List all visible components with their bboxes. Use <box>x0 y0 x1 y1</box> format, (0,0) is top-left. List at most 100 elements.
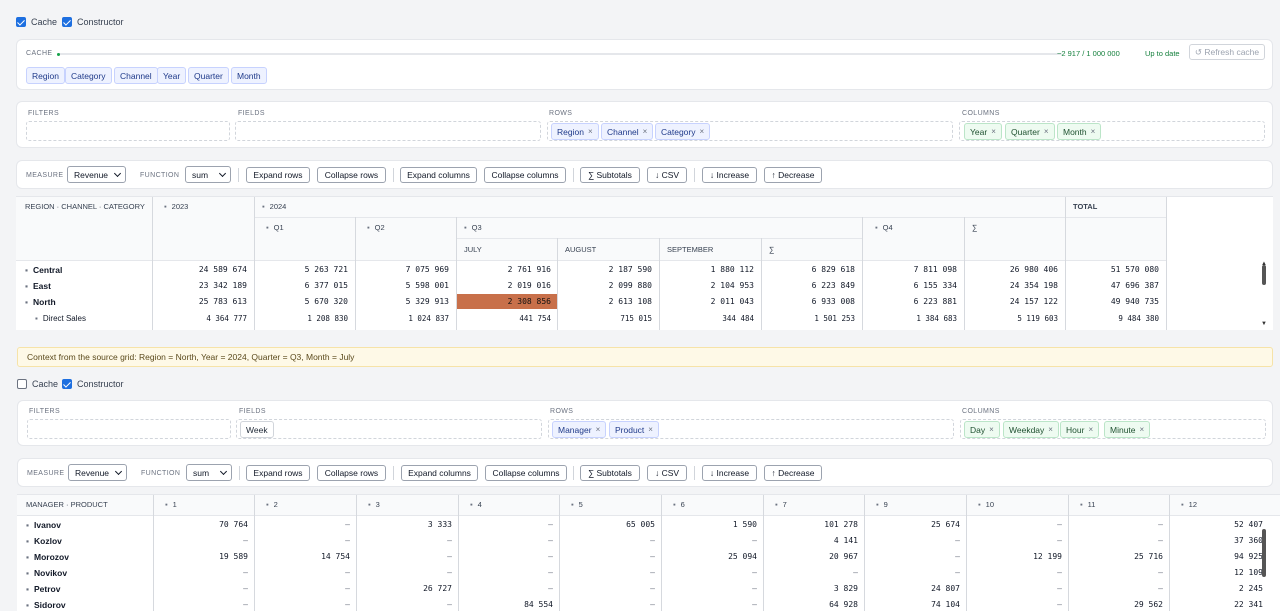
subtotals-button[interactable]: ∑ Subtotals <box>580 167 640 183</box>
constructor-checkbox[interactable]: Constructor <box>62 17 124 27</box>
column-chip-weekday[interactable]: Weekday × <box>1003 421 1059 438</box>
grid1-cell[interactable]: 6 223 881 <box>861 297 957 306</box>
grid1-cell[interactable]: 7 811 098 <box>861 265 957 274</box>
remove-icon[interactable]: × <box>991 127 996 136</box>
grid2-cell[interactable]: – <box>362 568 452 577</box>
grid2-cell[interactable]: 65 005 <box>565 520 655 529</box>
col-header-day-6[interactable]: ▪ 6 <box>673 500 685 509</box>
row-chip-product[interactable]: Product × <box>609 421 659 438</box>
grid2-cell[interactable]: 94 925 <box>1173 552 1263 561</box>
col-header-day-10[interactable]: ▪ 10 <box>978 500 994 509</box>
grid1-cell[interactable]: 2 187 590 <box>556 265 652 274</box>
grid1-cell[interactable]: 24 589 674 <box>151 265 247 274</box>
remove-icon[interactable]: × <box>1088 425 1093 434</box>
grid1-cell[interactable]: 6 223 849 <box>759 281 855 290</box>
grid1-cell[interactable]: 6 377 015 <box>252 281 348 290</box>
cache-checkbox-box[interactable] <box>16 17 26 27</box>
collapse-columns-button-2[interactable]: Collapse columns <box>485 465 567 481</box>
row-header-manager[interactable]: ▪ Sidorov <box>26 600 66 610</box>
grid2-cell[interactable]: – <box>260 520 350 529</box>
grid1-cell[interactable]: 51 570 080 <box>1063 265 1159 274</box>
row-header-north[interactable]: ▪ North <box>25 297 56 307</box>
grid1-cell[interactable]: 47 696 387 <box>1063 281 1159 290</box>
grid2-cell[interactable]: – <box>1073 584 1163 593</box>
grid2-cell[interactable]: 74 104 <box>870 600 960 609</box>
column-chip-year[interactable]: Year × <box>964 123 1002 140</box>
col-header-day-11[interactable]: ▪ 11 <box>1080 500 1095 509</box>
decrease-button-2[interactable]: ↑ Decrease <box>764 465 822 481</box>
filters-dropzone[interactable] <box>26 121 230 141</box>
grid2-cell[interactable]: – <box>972 584 1062 593</box>
row-header-manager[interactable]: ▪ Petrov <box>26 584 60 594</box>
decrease-button[interactable]: ↑ Decrease <box>764 167 822 183</box>
grid2-cell[interactable]: 29 562 <box>1073 600 1163 609</box>
col-header-day-3[interactable]: ▪ 3 <box>368 500 380 509</box>
remove-icon[interactable]: × <box>1091 127 1096 136</box>
grid1-cell[interactable]: 2 019 016 <box>455 281 551 290</box>
grid1-cell[interactable]: 1 880 112 <box>658 265 754 274</box>
grid2-cell[interactable]: 19 589 <box>158 552 248 561</box>
grid2-cell[interactable]: – <box>463 568 553 577</box>
csv-button-2[interactable]: ↓ CSV <box>647 465 687 481</box>
grid1-cell[interactable]: 26 980 406 <box>962 265 1058 274</box>
grid2-cell[interactable]: 64 928 <box>768 600 858 609</box>
vertical-scrollbar-thumb-2[interactable] <box>1262 529 1266 577</box>
grid2-cell[interactable]: – <box>565 552 655 561</box>
row-header-manager[interactable]: ▪ Novikov <box>26 568 67 578</box>
function-select[interactable]: sum <box>185 166 231 183</box>
row-header-manager[interactable]: ▪ Ivanov <box>26 520 61 530</box>
col-header-day-4[interactable]: ▪ 4 <box>470 500 482 509</box>
col-header-2024[interactable]: ▪ 2024 <box>262 202 286 211</box>
filters-dropzone-2[interactable] <box>27 419 231 439</box>
refresh-cache-button[interactable]: ↺ Refresh cache <box>1189 44 1265 60</box>
grid2-cell[interactable]: 25 094 <box>667 552 757 561</box>
grid2-cell[interactable]: – <box>667 600 757 609</box>
grid1-cell[interactable]: 5 119 603 <box>962 314 1058 323</box>
grid2-cell[interactable]: 3 333 <box>362 520 452 529</box>
grid2-cell[interactable]: – <box>1073 568 1163 577</box>
grid2-cell[interactable]: 24 807 <box>870 584 960 593</box>
column-chip-hour[interactable]: Hour × <box>1060 421 1100 438</box>
grid2-cell[interactable]: – <box>870 552 960 561</box>
cache-chip-category[interactable]: Category <box>65 67 112 84</box>
expand-columns-button-2[interactable]: Expand columns <box>401 465 478 481</box>
grid2-cell[interactable]: – <box>1073 536 1163 545</box>
grid1-cell[interactable]: 7 075 969 <box>353 265 449 274</box>
grid2-cell[interactable]: 12 199 <box>972 552 1062 561</box>
col-header-day-5[interactable]: ▪ 5 <box>571 500 583 509</box>
col-header-q1[interactable]: ▪ Q1 <box>266 223 284 232</box>
cache-chip-year[interactable]: Year <box>157 67 187 84</box>
grid1-cell[interactable]: 6 829 618 <box>759 265 855 274</box>
grid2-cell[interactable]: – <box>667 568 757 577</box>
col-header-day-7[interactable]: ▪ 7 <box>775 500 787 509</box>
remove-icon[interactable]: × <box>588 127 593 136</box>
col-header-day-2[interactable]: ▪ 2 <box>266 500 278 509</box>
grid2-cell[interactable]: – <box>158 600 248 609</box>
grid2-cell[interactable]: – <box>463 552 553 561</box>
grid2-cell[interactable]: – <box>972 536 1062 545</box>
grid2-cell[interactable]: 37 360 <box>1173 536 1263 545</box>
grid2-cell[interactable]: 12 109 <box>1173 568 1263 577</box>
constructor-checkbox-2-box[interactable] <box>62 379 72 389</box>
grid2-cell[interactable]: – <box>768 568 858 577</box>
grid2-cell[interactable]: – <box>463 584 553 593</box>
grid1-cell[interactable]: 5 329 913 <box>353 297 449 306</box>
grid2-cell[interactable]: – <box>362 552 452 561</box>
collapse-rows-button[interactable]: Collapse rows <box>317 167 386 183</box>
grid2-cell[interactable]: – <box>362 536 452 545</box>
row-chip-manager[interactable]: Manager × <box>552 421 607 438</box>
grid2-cell[interactable]: 4 141 <box>768 536 858 545</box>
grid1-cell[interactable]: 23 342 189 <box>151 281 247 290</box>
cache-chip-channel[interactable]: Channel <box>114 67 158 84</box>
grid2-cell[interactable]: – <box>972 600 1062 609</box>
grid1-cell[interactable]: 4 364 777 <box>151 314 247 323</box>
function-select-2[interactable]: sum <box>186 464 232 481</box>
grid1-cell[interactable]: 2 099 880 <box>556 281 652 290</box>
collapse-columns-button[interactable]: Collapse columns <box>484 167 566 183</box>
field-chip-week[interactable]: Week <box>240 421 274 438</box>
grid2-cell[interactable]: – <box>260 568 350 577</box>
grid2-cell[interactable]: – <box>565 600 655 609</box>
grid2-cell[interactable]: – <box>565 568 655 577</box>
grid2-cell[interactable]: – <box>565 536 655 545</box>
grid1-cell[interactable]: 25 783 613 <box>151 297 247 306</box>
